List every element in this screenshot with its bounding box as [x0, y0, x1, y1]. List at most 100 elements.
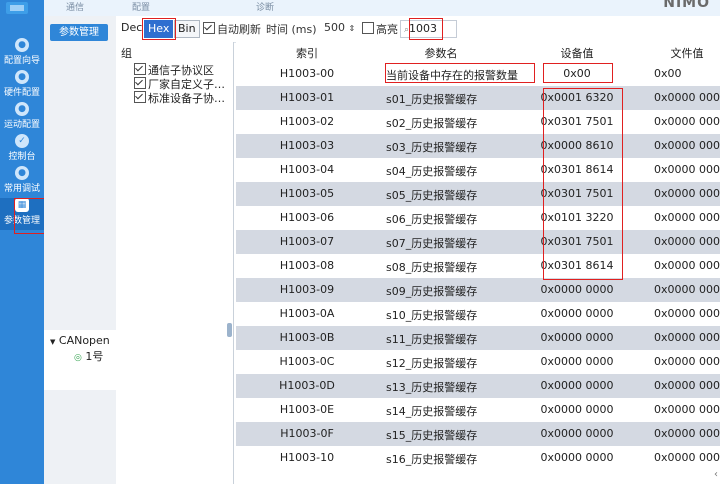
bin-button[interactable]: Bin: [174, 20, 200, 38]
group-checkbox[interactable]: [134, 91, 146, 103]
nav-label: 配置向导: [3, 56, 40, 66]
cell-file: 0x0000 0000: [654, 163, 720, 176]
cell-device[interactable]: 0x0000 8610: [536, 139, 618, 152]
header-name[interactable]: 参数名: [386, 45, 496, 61]
cell-device[interactable]: 0x0301 8614: [536, 259, 618, 272]
hardware-icon: ●: [15, 70, 29, 84]
cell-name: s01_历史报警缓存: [386, 93, 478, 106]
index-filter-input[interactable]: ⌕1003: [400, 20, 457, 38]
nav-item-param[interactable]: ▦ 参数管理: [0, 198, 44, 230]
highlight-toggle[interactable]: 高亮: [362, 21, 398, 37]
table-row[interactable]: H1003-0D s13_历史报警缓存 0x0000 0000 0x0000 0…: [236, 374, 720, 398]
scroll-left-icon[interactable]: ‹: [714, 469, 718, 480]
header-index[interactable]: 索引: [248, 45, 366, 61]
table-row[interactable]: H1003-0A s10_历史报警缓存 0x0000 0000 0x0000 0…: [236, 302, 720, 326]
cell-index: H1003-06: [279, 211, 335, 224]
group-title: 组: [121, 47, 132, 60]
cell-device[interactable]: 0x0000 0000: [536, 307, 618, 320]
param-manage-button[interactable]: 参数管理: [50, 24, 108, 41]
cell-device[interactable]: 0x0000 0000: [536, 451, 618, 464]
cell-file: 0x0000 0000: [654, 187, 720, 200]
cell-file: 0x0000 0000: [654, 307, 720, 320]
cell-device[interactable]: 0x0000 0000: [536, 427, 618, 440]
cell-device[interactable]: 0x0001 6320: [536, 91, 618, 104]
top-tab[interactable]: 诊断: [256, 0, 274, 13]
table-row[interactable]: H1003-01 s01_历史报警缓存 0x0001 6320 0x0000 0…: [236, 86, 720, 110]
top-tab[interactable]: 通信: [66, 0, 84, 13]
cell-name: s06_历史报警缓存: [386, 213, 478, 226]
cell-device[interactable]: 0x0101 3220: [536, 211, 618, 224]
table-row[interactable]: H1003-02 s02_历史报警缓存 0x0301 7501 0x0000 0…: [236, 110, 720, 134]
table-row[interactable]: H1003-07 s07_历史报警缓存 0x0301 7501 0x0000 0…: [236, 230, 720, 254]
nav-item-console[interactable]: ✓ 控制台: [0, 134, 44, 166]
cell-file: 0x0000 0000: [654, 235, 720, 248]
table-row[interactable]: H1003-05 s05_历史报警缓存 0x0301 7501 0x0000 0…: [236, 182, 720, 206]
cell-index: H1003-05: [279, 187, 335, 200]
nav-item-motion[interactable]: ● 运动配置: [0, 102, 44, 134]
nav-label: 参数管理: [3, 216, 40, 226]
expand-arrow-icon[interactable]: ▼: [50, 338, 55, 346]
header-device-value[interactable]: 设备值: [536, 45, 618, 61]
cell-device[interactable]: 0x0000 0000: [536, 403, 618, 416]
cell-name: s08_历史报警缓存: [386, 261, 478, 274]
nav-item-hardware[interactable]: ● 硬件配置: [0, 70, 44, 102]
sub-panel: 参数管理: [44, 16, 117, 484]
cell-device[interactable]: 0x0000 0000: [536, 379, 618, 392]
table-row[interactable]: H1003-10 s16_历史报警缓存 0x0000 0000 0x0000 0…: [236, 446, 720, 470]
table-row[interactable]: H1003-00 当前设备中存在的报警数量 0x00 0x00: [236, 62, 720, 86]
cell-device[interactable]: 0x0301 7501: [536, 115, 618, 128]
table-row[interactable]: H1003-0F s15_历史报警缓存 0x0000 0000 0x0000 0…: [236, 422, 720, 446]
group-panel: 组 通信子协议区 厂家自定义子协... 标准设备子协议区: [116, 42, 234, 484]
cell-device[interactable]: 0x0000 0000: [536, 283, 618, 296]
nav-label: 控制台: [8, 152, 36, 162]
table-row[interactable]: H1003-0B s11_历史报警缓存 0x0000 0000 0x0000 0…: [236, 326, 720, 350]
tree-node-canopen[interactable]: ▼ CANopen: [50, 334, 110, 347]
hex-button[interactable]: Hex: [144, 20, 174, 38]
table-row[interactable]: H1003-09 s09_历史报警缓存 0x0000 0000 0x0000 0…: [236, 278, 720, 302]
table-row[interactable]: H1003-03 s03_历史报警缓存 0x0000 8610 0x0000 0…: [236, 134, 720, 158]
table-row[interactable]: H1003-08 s08_历史报警缓存 0x0301 8614 0x0000 0…: [236, 254, 720, 278]
nav-item-debug[interactable]: ● 常用调试: [0, 166, 44, 198]
cell-name: s10_历史报警缓存: [386, 309, 478, 322]
cell-device[interactable]: 0x0301 7501: [536, 235, 618, 248]
cell-index: H1003-0A: [279, 307, 335, 320]
cell-index: H1003-01: [279, 91, 335, 104]
group-checkbox[interactable]: [134, 77, 146, 89]
cell-name: s14_历史报警缓存: [386, 405, 478, 418]
dec-button[interactable]: Dec: [118, 20, 145, 36]
auto-refresh-checkbox[interactable]: [203, 22, 215, 34]
highlight-checkbox[interactable]: [362, 22, 374, 34]
cell-index: H1003-09: [279, 283, 335, 296]
tree-node-label: 1号: [85, 350, 104, 363]
cell-name: s03_历史报警缓存: [386, 141, 478, 154]
cell-device[interactable]: 0x0000 0000: [536, 331, 618, 344]
nav-item-wizard[interactable]: ● 配置向导: [0, 38, 44, 70]
toolbar: Dec Hex Bin 自动刷新 时间 (ms) 500 ⇕ 高亮 ⌕1003: [116, 16, 720, 43]
tree-node-device[interactable]: ◎ 1号: [74, 348, 103, 364]
panel-splitter-handle[interactable]: [227, 323, 232, 337]
auto-refresh-toggle[interactable]: 自动刷新: [203, 21, 261, 37]
table-row[interactable]: H1003-06 s06_历史报警缓存 0x0101 3220 0x0000 0…: [236, 206, 720, 230]
cell-file: 0x0000 0000: [654, 379, 720, 392]
table-row[interactable]: H1003-04 s04_历史报警缓存 0x0301 8614 0x0000 0…: [236, 158, 720, 182]
device-status-icon: ◎: [74, 353, 82, 363]
table-row[interactable]: H1003-0C s12_历史报警缓存 0x0000 0000 0x0000 0…: [236, 350, 720, 374]
group-item-standard[interactable]: 标准设备子协议区: [134, 90, 234, 106]
cell-device[interactable]: 0x0301 7501: [536, 187, 618, 200]
cell-name: s07_历史报警缓存: [386, 237, 478, 250]
cell-file: 0x0000 0000: [654, 259, 720, 272]
stepper-arrows-icon[interactable]: ⇕: [349, 24, 356, 33]
table-row[interactable]: H1003-0E s14_历史报警缓存 0x0000 0000 0x0000 0…: [236, 398, 720, 422]
cell-device[interactable]: 0x0000 0000: [536, 355, 618, 368]
header-file-value[interactable]: 文件值: [654, 45, 720, 61]
cell-index: H1003-07: [279, 235, 335, 248]
cell-file: 0x0000 0000: [654, 91, 720, 104]
interval-stepper[interactable]: 500 ⇕: [324, 21, 355, 34]
table-header: 索引 参数名 设备值 文件值: [236, 42, 720, 63]
cell-file: 0x0000 0000: [654, 451, 720, 464]
nav-label: 运动配置: [3, 120, 40, 130]
cell-device[interactable]: 0x0301 8614: [536, 163, 618, 176]
top-tab[interactable]: 配置: [132, 0, 150, 13]
group-checkbox[interactable]: [134, 63, 146, 75]
cell-device[interactable]: 0x00: [536, 67, 618, 80]
